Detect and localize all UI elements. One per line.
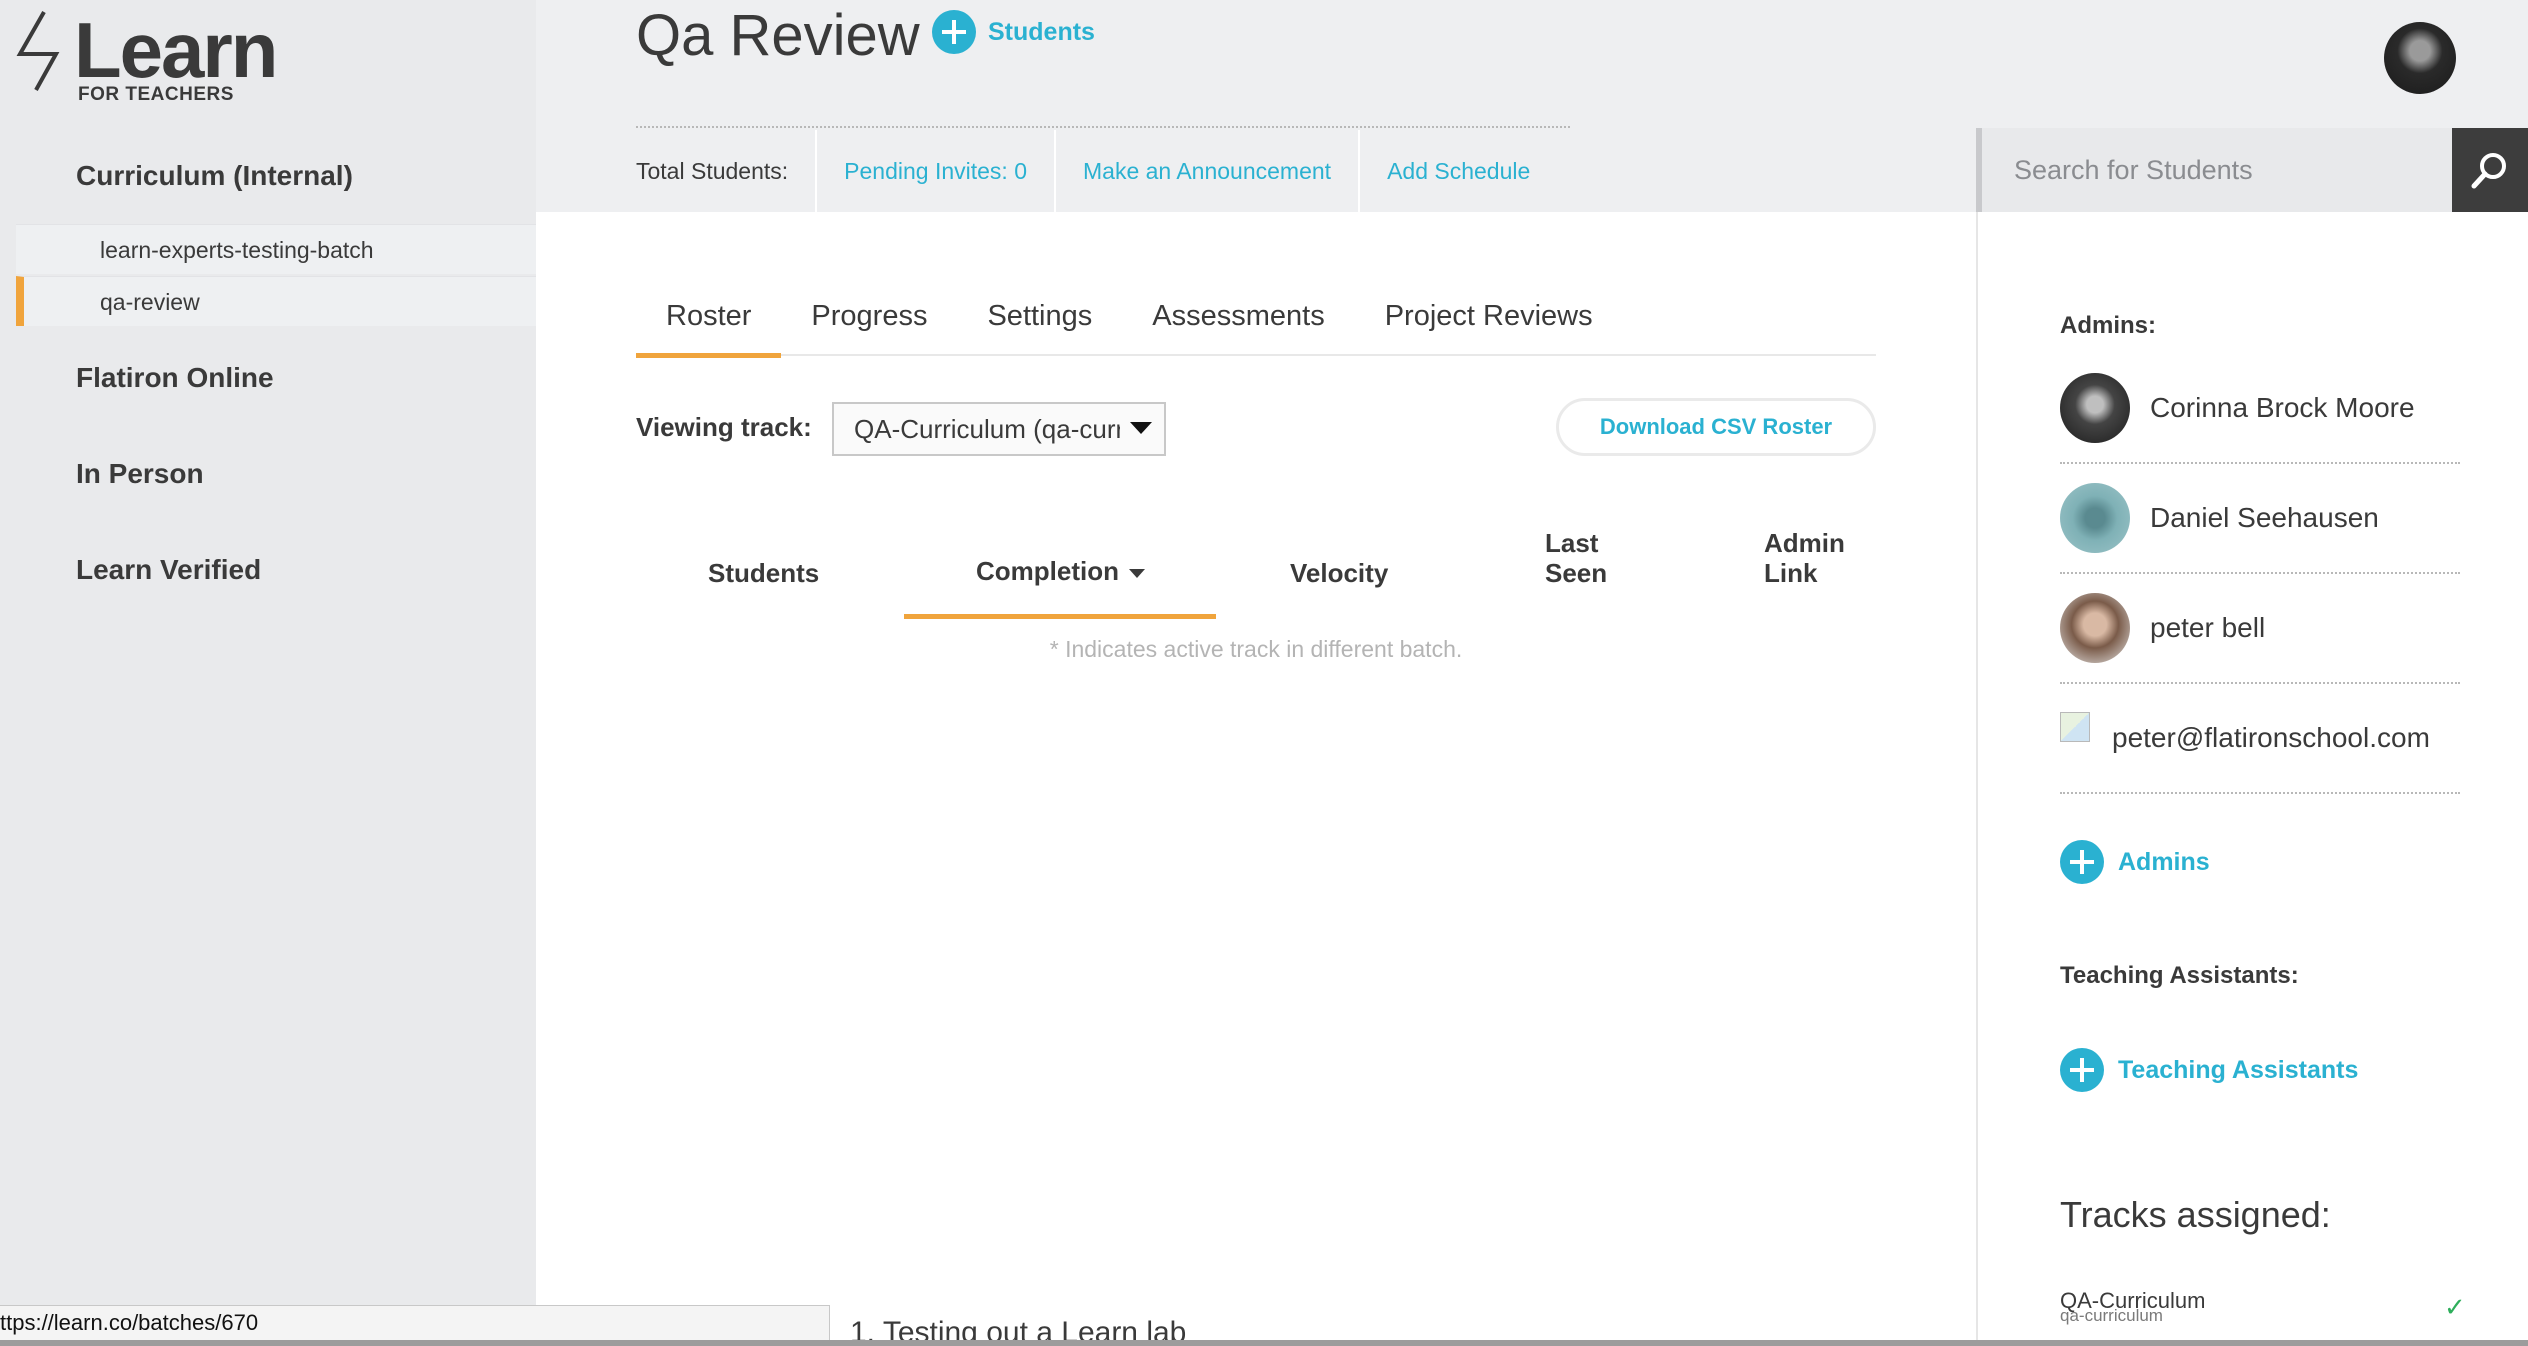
logo-wordmark: Learn: [74, 6, 278, 94]
column-header-last-seen[interactable]: Last Seen: [1545, 528, 1607, 588]
sidebar-group-curriculum-internal[interactable]: Curriculum (Internal): [76, 160, 353, 192]
search-icon: [2471, 153, 2506, 189]
sorted-column-indicator: [904, 614, 1216, 619]
admin-name: Daniel Seehausen: [2150, 502, 2379, 533]
column-header-completion[interactable]: Completion: [976, 556, 1145, 586]
sidebar: Learn FOR TEACHERS Curriculum (Internal)…: [0, 0, 536, 1346]
admin-name: peter@flatironschool.com: [2112, 722, 2430, 753]
browser-status-bar: ttps://learn.co/batches/670: [0, 1305, 830, 1341]
broken-image-icon: [2060, 712, 2090, 742]
column-header-students[interactable]: Students: [708, 558, 819, 588]
admin-item[interactable]: Daniel Seehausen: [2060, 464, 2460, 574]
admin-item[interactable]: peter@flatironschool.com: [2060, 684, 2460, 794]
assigned-track-slug: qa-curriculum: [2060, 1306, 2163, 1325]
column-header-completion-label: Completion: [976, 556, 1119, 586]
add-students-label: Students: [988, 17, 1095, 46]
user-avatar[interactable]: [2384, 22, 2456, 94]
sidebar-item-qa-review[interactable]: qa-review: [16, 276, 536, 326]
total-students-label: Total Students:: [636, 158, 789, 184]
checkmark-icon: ✓: [2444, 1292, 2466, 1322]
avatar: [2060, 373, 2130, 443]
tab-progress[interactable]: Progress: [781, 276, 957, 356]
teaching-assistants-heading: Teaching Assistants:: [2060, 962, 2299, 989]
tab-settings[interactable]: Settings: [957, 276, 1122, 356]
sidebar-item-learn-experts-testing-batch[interactable]: learn-experts-testing-batch: [16, 224, 536, 274]
plus-circle-icon: [2060, 840, 2104, 884]
download-csv-roster-button[interactable]: Download CSV Roster: [1556, 398, 1876, 456]
plus-circle-icon: [932, 10, 976, 54]
tab-project-reviews[interactable]: Project Reviews: [1355, 276, 1623, 356]
column-header-last-seen-line2: Seen: [1545, 558, 1608, 588]
add-schedule-link[interactable]: Add Schedule: [1358, 130, 1557, 212]
viewing-track-label: Viewing track:: [636, 412, 812, 442]
batch-stats-bar: Total Students: Pending Invites: 0 Make …: [636, 130, 1557, 212]
avatar: [2060, 483, 2130, 553]
tab-assessments[interactable]: Assessments: [1122, 276, 1354, 356]
column-header-admin-link-line1: Admin: [1764, 528, 1845, 558]
avatar: [2060, 593, 2130, 663]
window-bottom-edge: [0, 1340, 2528, 1346]
search-input[interactable]: [1982, 128, 2452, 212]
column-header-last-seen-line1: Last: [1545, 528, 1599, 558]
track-select-value: QA-Curriculum (qa-curriculum): [854, 413, 1120, 444]
column-header-admin-link-line2: Link: [1764, 558, 1818, 588]
column-header-admin-link[interactable]: Admin Link: [1764, 528, 1845, 588]
add-teaching-assistants-label: Teaching Assistants: [2118, 1055, 2359, 1084]
admins-heading: Admins:: [2060, 312, 2156, 339]
pending-invites-link[interactable]: Pending Invites: 0: [815, 130, 1054, 212]
header-divider: [636, 126, 1570, 128]
search-button[interactable]: [2452, 128, 2528, 212]
add-admins-button[interactable]: Admins: [2060, 840, 2210, 884]
add-admins-label: Admins: [2118, 847, 2210, 876]
make-announcement-link[interactable]: Make an Announcement: [1054, 130, 1358, 212]
tracks-assigned-heading: Tracks assigned:: [2060, 1194, 2331, 1235]
sidebar-group-flatiron-online[interactable]: Flatiron Online: [76, 362, 274, 394]
column-header-velocity[interactable]: Velocity: [1290, 558, 1388, 588]
admin-item[interactable]: Corinna Brock Moore: [2060, 354, 2460, 464]
learn-logo[interactable]: Learn FOR TEACHERS: [14, 8, 304, 108]
sidebar-group-in-person[interactable]: In Person: [76, 458, 204, 490]
track-select[interactable]: QA-Curriculum (qa-curriculum): [832, 402, 1166, 456]
sidebar-group-learn-verified[interactable]: Learn Verified: [76, 554, 261, 586]
plus-circle-icon: [2060, 1048, 2104, 1092]
page-title: Qa Review: [636, 3, 920, 68]
tab-roster[interactable]: Roster: [636, 276, 782, 358]
batch-sidebar-panel: Admins: Corinna Brock Moore Daniel Seeha…: [1976, 212, 2528, 1346]
logo-subtitle: FOR TEACHERS: [78, 84, 234, 105]
student-search: [1976, 128, 2528, 212]
lightning-bolt-icon: [16, 11, 60, 91]
add-teaching-assistants-button[interactable]: Teaching Assistants: [2060, 1048, 2358, 1092]
admin-name: Corinna Brock Moore: [2150, 392, 2415, 423]
batch-tabs: Roster Progress Settings Assessments Pro…: [636, 276, 1876, 358]
admin-name: peter bell: [2150, 612, 2266, 643]
admin-item[interactable]: peter bell: [2060, 574, 2460, 684]
active-track-note: * Indicates active track in different ba…: [1049, 636, 1463, 662]
add-students-button[interactable]: Students: [932, 10, 1095, 54]
dropdown-arrow-icon: [1130, 422, 1152, 434]
sort-down-icon: [1129, 568, 1145, 578]
